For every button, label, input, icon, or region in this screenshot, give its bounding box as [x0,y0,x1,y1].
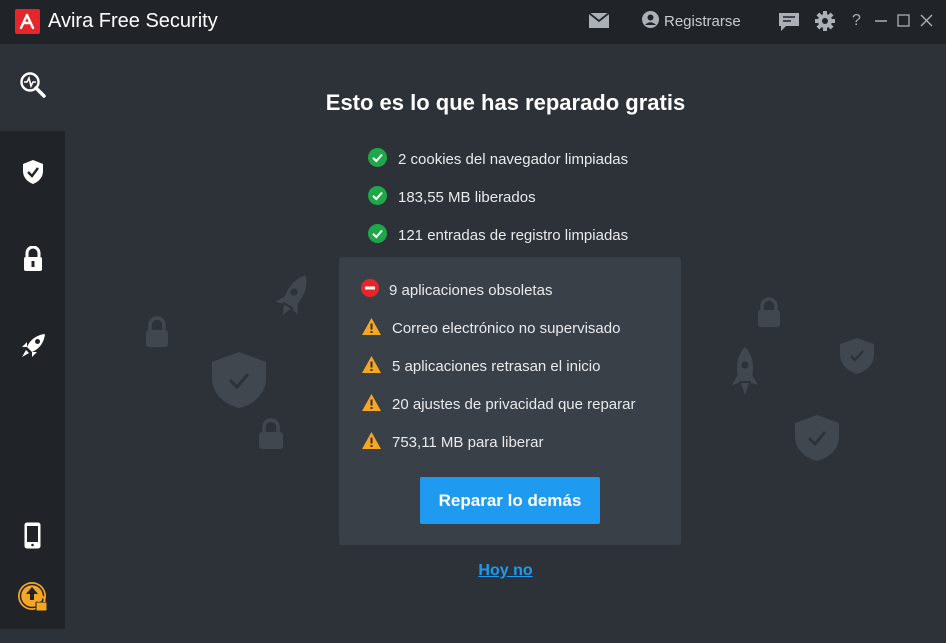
mobile-phone-icon [24,522,41,554]
shield-decoration-icon [210,350,268,415]
upgrade-lock-icon [16,580,50,619]
issue-text: 5 aplicaciones retrasan el inicio [392,358,601,375]
fixed-item-text: 183,55 MB liberados [398,188,536,206]
list-item: 753,11 MB para liberar [361,431,543,454]
list-item: 20 ajustes de privacidad que reparar [361,393,636,416]
list-item: 5 aplicaciones retrasan el inicio [361,355,600,378]
help-button[interactable]: ? [852,12,861,30]
padlock-icon [23,245,43,277]
padlock-decoration-icon [145,316,169,353]
feedback-icon[interactable] [779,13,799,37]
sidebar-item-scan[interactable] [0,44,65,131]
rocket-icon [20,333,46,364]
app-product: Free Security [98,10,218,32]
maximize-icon[interactable] [897,14,910,32]
check-circle-icon [368,185,387,209]
issue-text: Correo electrónico no supervisado [392,320,621,337]
warning-icon [361,355,382,378]
not-now-link[interactable]: Hoy no [65,562,946,580]
register-button[interactable]: Registrarse [642,11,741,32]
fixed-items-list: 2 cookies del navegador limpiadas 183,55… [368,140,628,254]
repair-rest-button[interactable]: Reparar lo demás [420,477,600,524]
title-bar: Avira Free Security Registrarse ? [0,0,946,44]
remaining-issues-card: 9 aplicaciones obsoletas Correo electrón… [339,257,681,545]
register-label: Registrarse [664,13,741,30]
scan-pulse-icon [19,71,47,104]
sidebar-item-performance[interactable] [0,305,65,392]
page-title: Esto es lo que has reparado gratis [325,90,686,115]
shield-decoration-icon [793,413,841,468]
sidebar-item-protection[interactable] [0,131,65,218]
padlock-decoration-icon [258,418,284,455]
issue-text: 753,11 MB para liberar [392,434,544,451]
list-item: 2 cookies del navegador limpiadas [368,140,628,178]
avira-logo-icon [15,9,40,34]
issue-text: 9 aplicaciones obsoletas [389,281,553,299]
mail-icon[interactable] [588,12,610,33]
fixed-item-text: 121 entradas de registro limpiadas [398,226,629,244]
check-circle-icon [368,223,387,247]
warning-icon [361,393,382,416]
list-item: 9 aplicaciones obsoletas [361,279,552,301]
list-item: 121 entradas de registro limpiadas [368,216,628,254]
gear-icon[interactable] [815,11,835,36]
warning-icon [361,431,382,454]
sidebar [0,44,65,629]
fixed-item-text: 2 cookies del navegador limpiadas [398,150,629,168]
shield-check-icon [22,159,44,190]
minimize-icon[interactable] [874,14,888,33]
app-brand: Avira [48,10,94,32]
list-item: Correo electrónico no supervisado [361,317,620,340]
app-title: Avira Free Security [48,10,218,33]
sidebar-item-privacy[interactable] [0,218,65,305]
shield-decoration-icon [838,336,876,381]
padlock-decoration-icon [757,297,781,333]
rocket-decoration-icon [268,270,318,330]
close-icon[interactable] [920,14,933,32]
sidebar-item-upgrade[interactable] [0,556,65,643]
check-circle-icon [368,147,387,171]
list-item: 183,55 MB liberados [368,178,628,216]
user-icon [642,11,659,32]
issue-text: 20 ajustes de privacidad que reparar [392,396,636,413]
warning-icon [361,317,382,340]
block-icon [361,279,379,301]
rocket-decoration-icon [720,345,770,406]
